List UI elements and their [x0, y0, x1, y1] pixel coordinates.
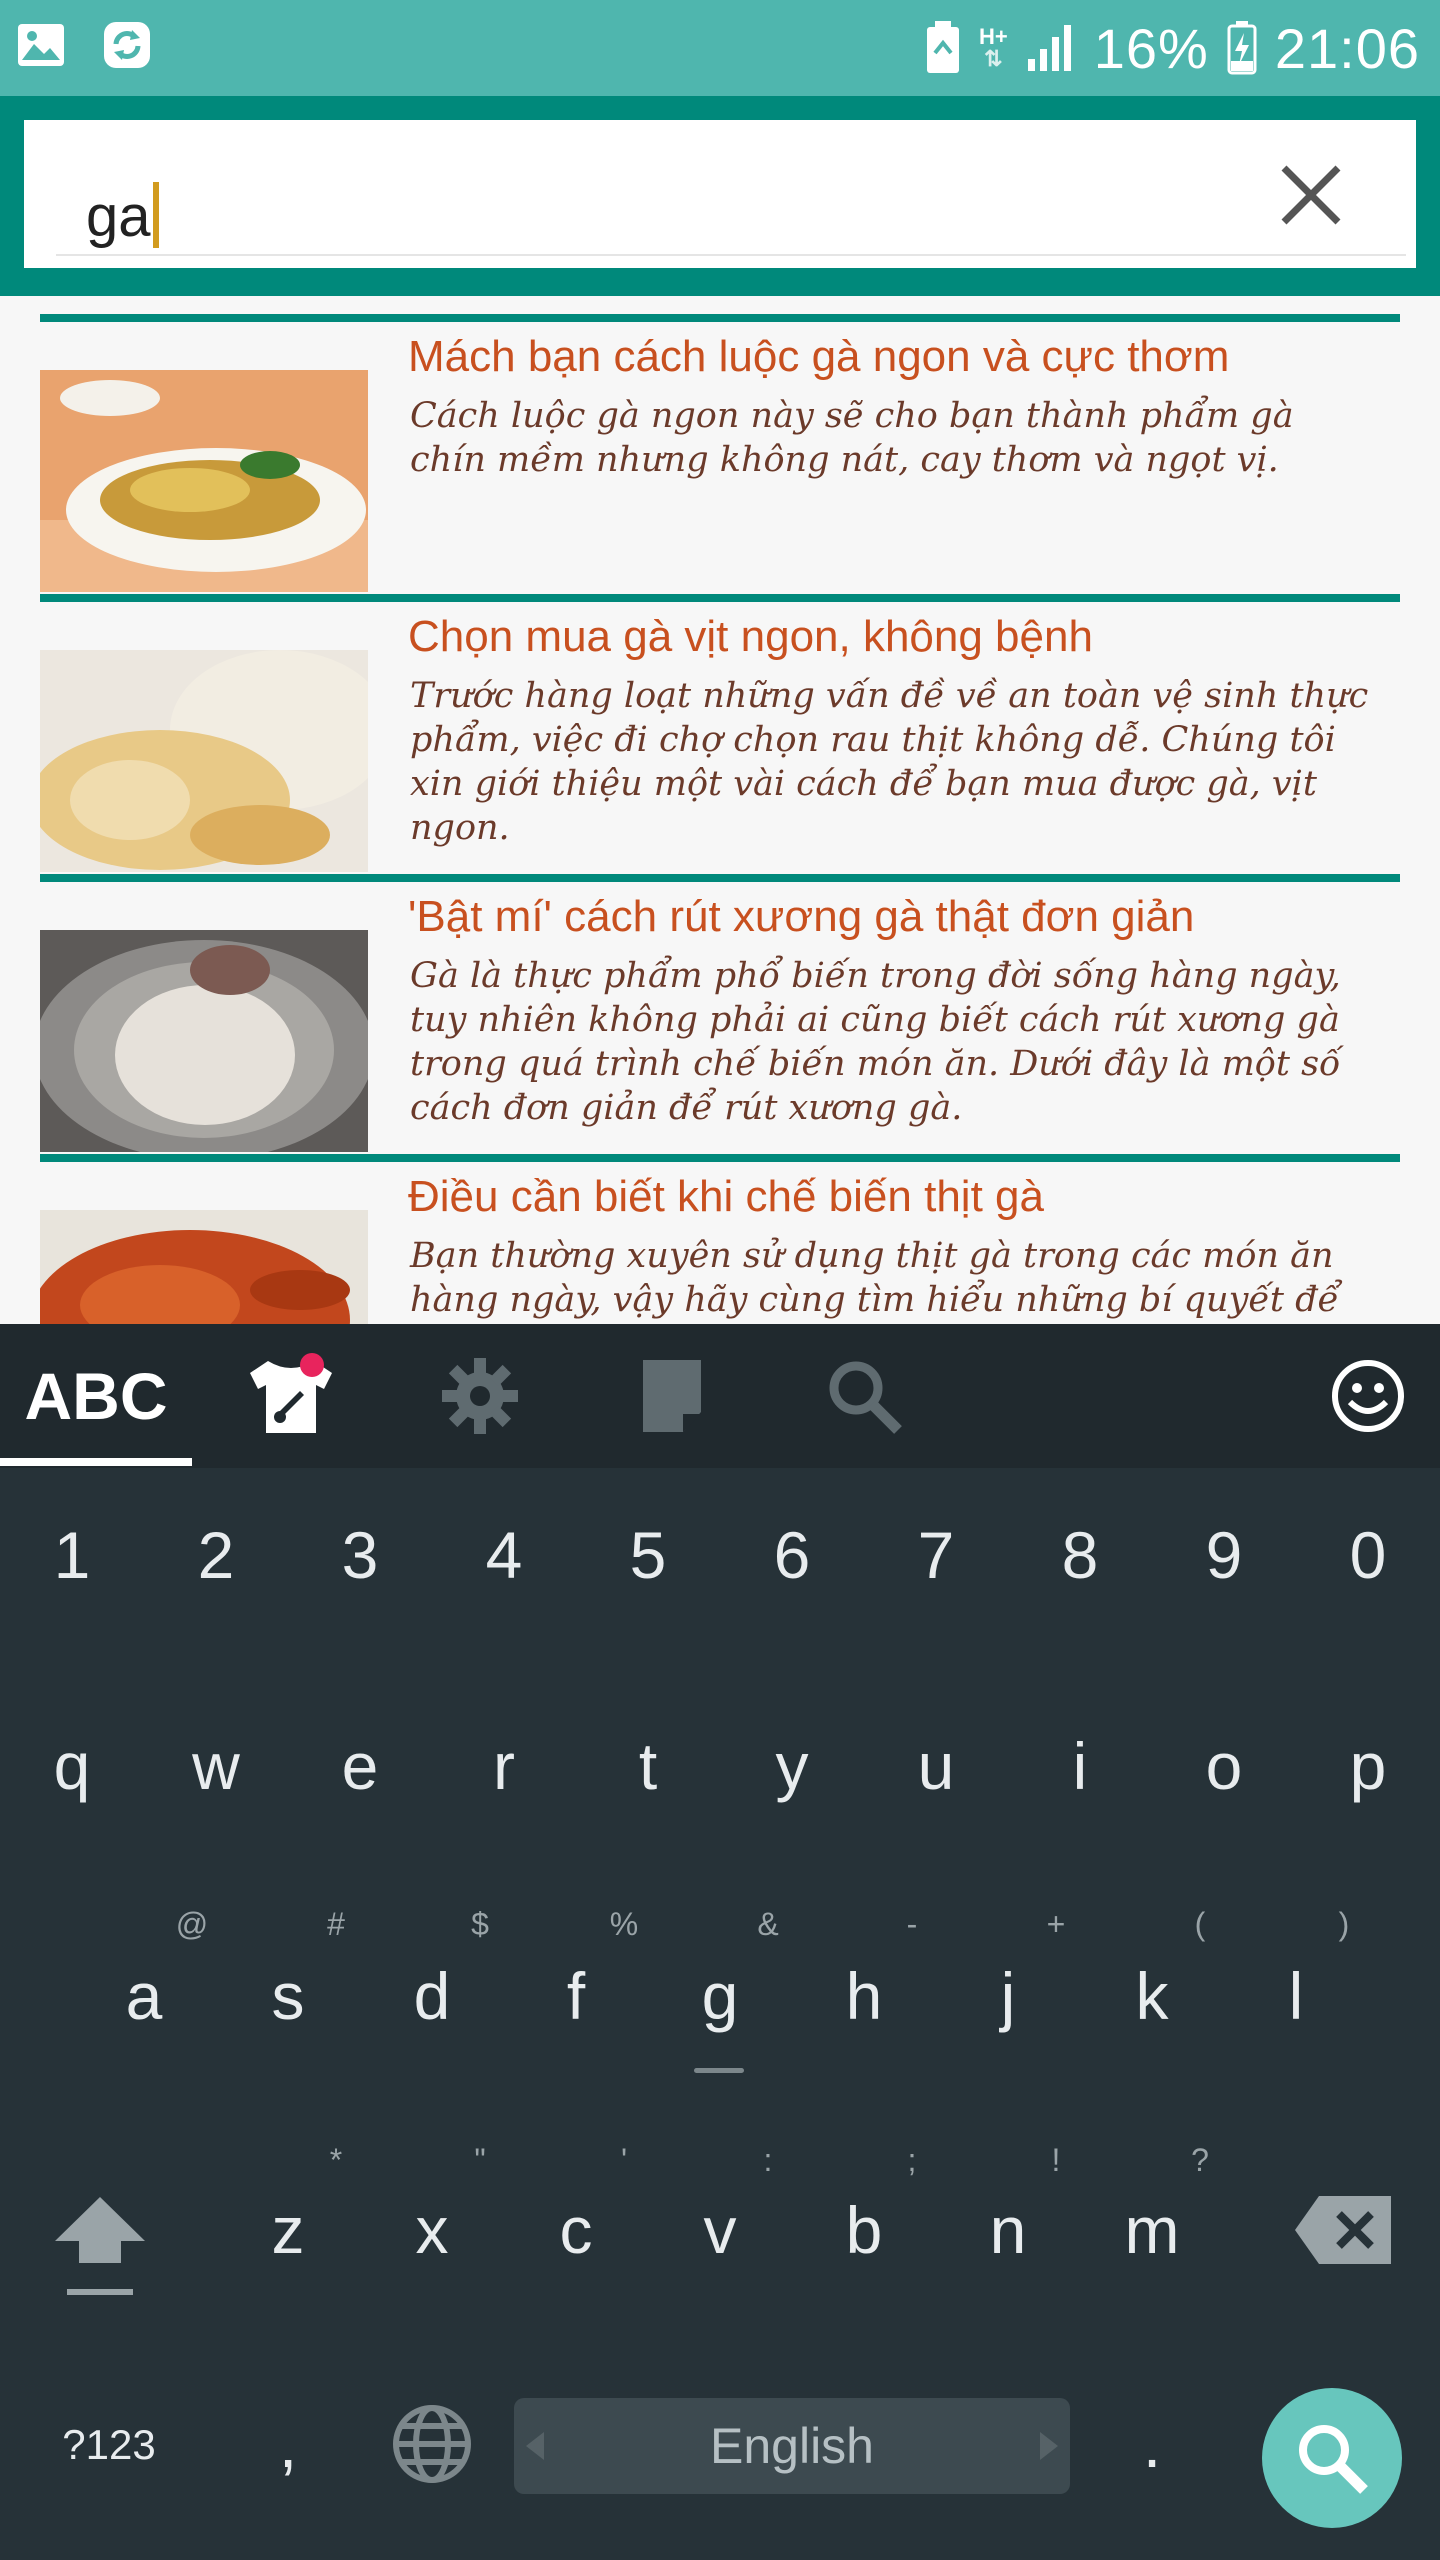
close-icon[interactable] [1276, 160, 1346, 230]
list-item[interactable]: Điều cần biết khi chế biến thịt gà Bạn t… [40, 1154, 1400, 1324]
smiley-icon [1332, 1360, 1404, 1432]
settings-tab[interactable] [432, 1324, 528, 1468]
battery-percent: 16% [1093, 16, 1209, 80]
gear-icon [442, 1358, 518, 1434]
key-v[interactable]: v [648, 2172, 792, 2288]
search-query: ga [86, 184, 151, 249]
list-item[interactable]: 'Bật mí' cách rút xương gà thật đơn giản… [40, 874, 1400, 1154]
chevron-right-icon [1040, 2432, 1058, 2460]
key-j[interactable]: j [936, 1938, 1080, 2054]
soft-keyboard: ABC 1 2 3 4 5 6 7 8 9 0 q w e r t y u i … [0, 1324, 1440, 2560]
clipboard-tab[interactable] [624, 1324, 720, 1468]
key-k[interactable]: k [1080, 1938, 1224, 2054]
emoji-tab[interactable] [1318, 1324, 1418, 1468]
key-0[interactable]: 0 [1296, 1500, 1440, 1610]
key-t[interactable]: t [576, 1708, 720, 1824]
key-5[interactable]: 5 [576, 1500, 720, 1610]
result-title[interactable]: 'Bật mí' cách rút xương gà thật đơn giản [408, 892, 1398, 942]
key-r[interactable]: r [432, 1708, 576, 1824]
status-bar: H+ ⇅ 16% 21:06 [0, 0, 1440, 96]
search-underline [56, 254, 1406, 256]
key-a[interactable]: a [72, 1938, 216, 2054]
data-arrows-icon: H+ ⇅ [979, 24, 1008, 71]
shift-icon [55, 2197, 145, 2295]
battery-charging-icon [1227, 21, 1257, 75]
shirt-brush-icon [250, 1353, 332, 1433]
key-9[interactable]: 9 [1152, 1500, 1296, 1610]
key-g[interactable]: g [648, 1938, 792, 2054]
list-item[interactable]: Mách bạn cách luộc gà ngon và cực thơm C… [40, 314, 1400, 594]
key-s[interactable]: s [216, 1938, 360, 2054]
key-m[interactable]: m [1080, 2172, 1224, 2288]
key-h[interactable]: h [792, 1938, 936, 2054]
result-title[interactable]: Chọn mua gà vịt ngon, không bệnh [408, 612, 1398, 662]
key-n[interactable]: n [936, 2172, 1080, 2288]
search-header: ga [0, 96, 1440, 296]
result-description: Trước hàng loạt những vấn đề về an toàn … [410, 676, 1369, 848]
key-e[interactable]: e [288, 1708, 432, 1824]
signal-icon [1027, 25, 1071, 71]
search-icon [829, 1361, 902, 1434]
abc-tab[interactable]: ABC [0, 1324, 192, 1468]
search-action-button[interactable] [1262, 2388, 1402, 2528]
result-thumbnail [40, 1210, 368, 1324]
key-2[interactable]: 2 [144, 1500, 288, 1610]
note-icon [643, 1360, 701, 1432]
key-8[interactable]: 8 [1008, 1500, 1152, 1610]
key-d[interactable]: d [360, 1938, 504, 2054]
result-thumbnail [40, 370, 368, 592]
results-list: Mách bạn cách luộc gà ngon và cực thơm C… [0, 296, 1440, 1324]
list-item[interactable]: Chọn mua gà vịt ngon, không bệnh Trước h… [40, 594, 1400, 874]
theme-tab[interactable] [236, 1324, 340, 1468]
backspace-icon [1295, 2196, 1391, 2264]
key-1[interactable]: 1 [0, 1500, 144, 1610]
key-o[interactable]: o [1152, 1708, 1296, 1824]
key-y[interactable]: y [720, 1708, 864, 1824]
keyboard-toolbar: ABC [0, 1324, 1440, 1468]
result-thumbnail [40, 650, 368, 872]
key-x[interactable]: x [360, 2172, 504, 2288]
comma-key[interactable]: , [216, 2384, 360, 2504]
key-c[interactable]: c [504, 2172, 648, 2288]
key-f[interactable]: f [504, 1938, 648, 2054]
key-w[interactable]: w [144, 1708, 288, 1824]
chevron-left-icon [526, 2432, 544, 2460]
clock: 21:06 [1274, 16, 1420, 80]
image-icon [18, 24, 64, 66]
result-description: Gà là thực phẩm phổ biến trong đời sống … [410, 956, 1341, 1128]
period-key[interactable]: . [1080, 2384, 1224, 2504]
key-z[interactable]: z [216, 2172, 360, 2288]
search-icon [1299, 2425, 1368, 2494]
result-thumbnail [40, 930, 368, 1152]
space-bar[interactable]: English [514, 2398, 1070, 2494]
key-u[interactable]: u [864, 1708, 1008, 1824]
key-l[interactable]: l [1224, 1938, 1368, 2054]
search-input[interactable]: ga [24, 120, 1416, 268]
sync-icon [104, 22, 150, 68]
shift-key[interactable] [20, 2172, 180, 2312]
key-3[interactable]: 3 [288, 1500, 432, 1610]
cursor-key-marker [694, 2068, 744, 2073]
key-4[interactable]: 4 [432, 1500, 576, 1610]
key-b[interactable]: b [792, 2172, 936, 2288]
key-7[interactable]: 7 [864, 1500, 1008, 1610]
text-caret [152, 182, 159, 248]
result-description: Bạn thường xuyên sử dụng thịt gà trong c… [410, 1236, 1340, 1320]
backspace-key[interactable] [1268, 2172, 1418, 2288]
language-key[interactable] [360, 2384, 504, 2504]
key-i[interactable]: i [1008, 1708, 1152, 1824]
battery-saver-icon [927, 21, 960, 73]
search-tab[interactable] [816, 1324, 912, 1468]
active-tab-indicator [0, 1458, 192, 1466]
globe-icon [393, 2405, 471, 2483]
key-6[interactable]: 6 [720, 1500, 864, 1610]
result-title[interactable]: Mách bạn cách luộc gà ngon và cực thơm [408, 332, 1398, 382]
symbols-key[interactable]: ?123 [34, 2390, 184, 2500]
result-description: Cách luộc gà ngon này sẽ cho bạn thành p… [410, 396, 1294, 480]
key-p[interactable]: p [1296, 1708, 1440, 1824]
result-title[interactable]: Điều cần biết khi chế biến thịt gà [408, 1172, 1398, 1222]
key-q[interactable]: q [0, 1708, 144, 1824]
